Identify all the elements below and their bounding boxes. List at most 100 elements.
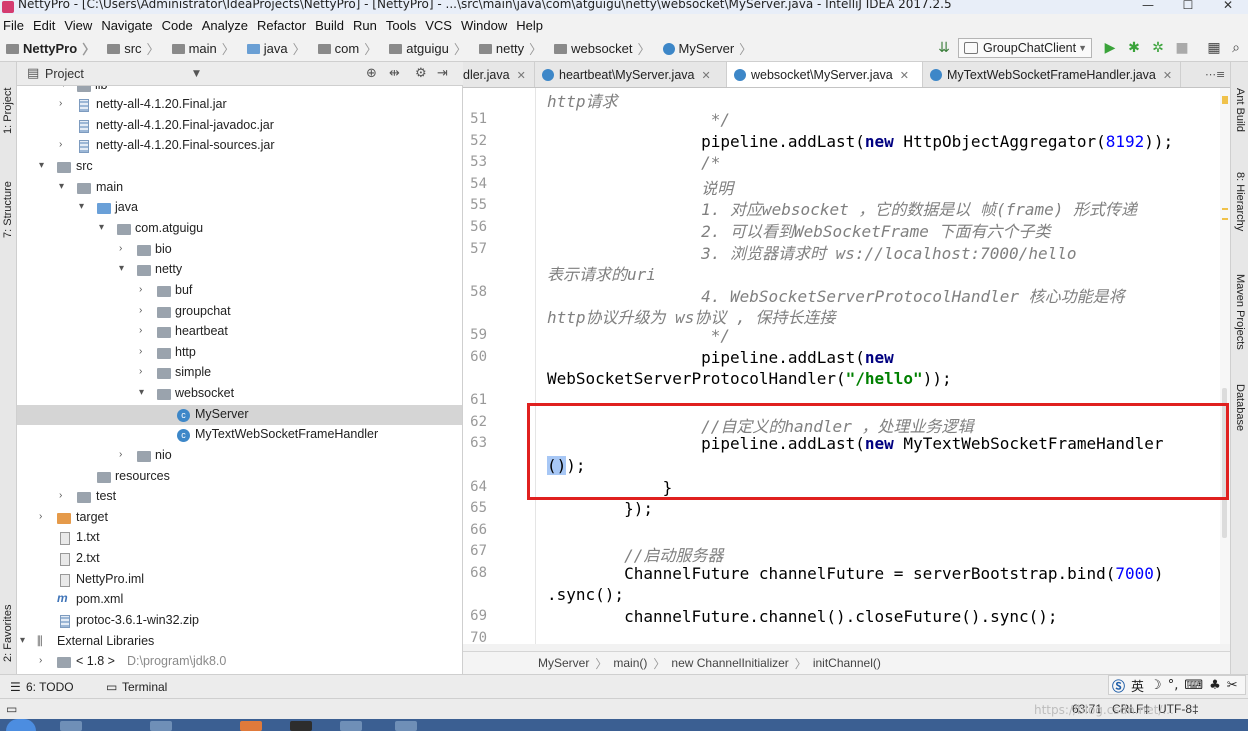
nav-crumb-atguigu[interactable]: atguigu 〉 xyxy=(383,39,467,58)
tree-item[interactable]: ▾ java xyxy=(17,198,462,218)
tree-item[interactable]: › bio xyxy=(17,240,462,260)
project-tool-tab[interactable]: 1: Project xyxy=(0,70,17,134)
gear-icon[interactable]: ⚙ xyxy=(415,66,427,81)
tree-item[interactable]: ▾ main xyxy=(17,178,462,198)
keyboard-icon[interactable]: ⌨ xyxy=(1184,678,1203,693)
nav-crumb-project[interactable]: NettyPro 〉 xyxy=(0,39,95,58)
tree-item[interactable]: › nio xyxy=(17,446,462,466)
maximize-button[interactable]: ☐ xyxy=(1174,0,1202,12)
tree-item[interactable]: ▾ src xyxy=(17,157,462,177)
menu-edit[interactable]: Edit xyxy=(30,18,59,33)
taskbar-app[interactable] xyxy=(290,721,312,731)
close-icon[interactable]: ✕ xyxy=(702,70,711,82)
menu-analyze[interactable]: Analyze xyxy=(199,18,252,33)
tab-heartbeat-myserver[interactable]: heartbeat\MyServer.java ✕ xyxy=(535,62,727,87)
tree-item[interactable]: m pom.xml xyxy=(17,590,462,610)
menu-code[interactable]: Code xyxy=(159,18,197,33)
tree-item[interactable]: › < 1.8 > D:\program\jdk8.0 xyxy=(17,652,462,672)
crumb-method-main[interactable]: main() xyxy=(613,656,647,670)
tree-item[interactable]: › target xyxy=(17,508,462,528)
run-configuration-select[interactable]: GroupChatClient ▼ xyxy=(958,38,1092,58)
run-icon[interactable]: ▶ xyxy=(1102,40,1118,56)
ime-language[interactable]: 英 xyxy=(1131,676,1144,695)
status-toggle-icon[interactable]: ▭ xyxy=(6,702,17,716)
tree-item[interactable]: › groupchat xyxy=(17,302,462,322)
menu-vcs[interactable]: VCS xyxy=(422,18,456,33)
tree-item[interactable]: › netty-all-4.1.20.Final.jar xyxy=(17,95,462,115)
tree-item[interactable]: 1.txt xyxy=(17,528,462,548)
tree-item[interactable]: ▾ netty xyxy=(17,260,462,280)
nav-crumb-main[interactable]: main 〉 xyxy=(166,39,235,58)
error-stripe-mark[interactable] xyxy=(1222,218,1228,220)
moon-icon[interactable]: ☽ xyxy=(1150,678,1162,693)
search-everywhere-icon[interactable]: ⌕ xyxy=(1228,40,1244,56)
taskbar-app[interactable] xyxy=(150,721,172,731)
nav-crumb-netty[interactable]: netty 〉 xyxy=(473,39,542,58)
tab-websocket-myserver[interactable]: websocket\MyServer.java ✕ xyxy=(727,62,923,87)
nav-crumb-myserver[interactable]: MyServer 〉 xyxy=(657,39,752,58)
close-icon[interactable]: ✕ xyxy=(900,70,909,82)
error-stripe-mark[interactable] xyxy=(1222,208,1228,210)
taskbar-app[interactable] xyxy=(395,721,417,731)
tree-item[interactable]: ▾ websocket xyxy=(17,384,462,404)
close-icon[interactable]: ✕ xyxy=(517,70,526,82)
menu-navigate[interactable]: Navigate xyxy=(98,18,156,33)
tree-item[interactable]: resources xyxy=(17,467,462,487)
nav-crumb-java[interactable]: java 〉 xyxy=(241,39,306,58)
tree-item[interactable]: protoc-3.6.1-win32.zip xyxy=(17,611,462,631)
build-icon[interactable]: ⇊ xyxy=(936,40,952,56)
taskbar-app[interactable] xyxy=(60,721,82,731)
tree-item[interactable]: NettyPro.iml xyxy=(17,570,462,590)
tab-list-icon[interactable]: ⋯≡ xyxy=(1205,68,1225,81)
tree-item[interactable]: › simple xyxy=(17,363,462,383)
tree-item[interactable]: › buf xyxy=(17,281,462,301)
stop-icon[interactable]: ■ xyxy=(1174,40,1190,56)
chevron-down-icon[interactable]: ▼ xyxy=(193,69,200,79)
start-button[interactable] xyxy=(6,719,36,731)
crumb-class[interactable]: MyServer xyxy=(538,656,589,670)
punctuation-icon[interactable]: °, xyxy=(1168,678,1179,693)
menu-build[interactable]: Build xyxy=(312,18,348,33)
taskbar-app[interactable] xyxy=(240,721,262,731)
code-editor[interactable]: http请求 */ pipeline.addLast(new HttpObjec… xyxy=(536,88,1230,644)
nav-crumb-websocket[interactable]: websocket 〉 xyxy=(548,39,651,58)
tree-item-selected[interactable]: c MyServer xyxy=(17,405,462,425)
tree-item[interactable]: netty-all-4.1.20.Final-javadoc.jar xyxy=(17,116,462,136)
tree-item[interactable]: c MyTextWebSocketFrameHandler xyxy=(17,425,462,445)
nav-crumb-com[interactable]: com 〉 xyxy=(312,39,377,58)
crumb-method-initchannel[interactable]: initChannel() xyxy=(813,656,881,670)
nav-crumb-src[interactable]: src 〉 xyxy=(101,39,160,58)
maven-projects-tool-tab[interactable]: Maven Projects xyxy=(1231,274,1248,364)
skin-icon[interactable]: ♣ xyxy=(1209,678,1221,693)
minimize-button[interactable]: — xyxy=(1134,0,1162,12)
project-panel-title[interactable]: Project xyxy=(45,67,84,81)
todo-tool-button[interactable]: 6: TODO xyxy=(26,680,74,694)
menu-window[interactable]: Window xyxy=(458,18,511,33)
tools-icon[interactable]: ✂ xyxy=(1227,678,1238,693)
coverage-icon[interactable]: ✲ xyxy=(1150,40,1166,56)
ant-build-tool-tab[interactable]: Ant Build xyxy=(1231,88,1248,148)
debug-icon[interactable]: ✱ xyxy=(1126,40,1142,56)
database-tool-tab[interactable]: Database xyxy=(1231,384,1248,444)
menu-refactor[interactable]: Refactor xyxy=(254,18,310,33)
tree-item[interactable]: › netty-all-4.1.20.Final-sources.jar xyxy=(17,136,462,156)
warning-marker[interactable] xyxy=(1222,96,1228,104)
taskbar-app[interactable] xyxy=(340,721,362,731)
menu-file[interactable]: File xyxy=(0,18,28,33)
tree-item[interactable]: ▾ ⫼ External Libraries xyxy=(17,632,462,652)
editor-scrollbar[interactable] xyxy=(1220,88,1230,644)
close-icon[interactable]: ✕ xyxy=(1163,70,1172,82)
collapse-all-icon[interactable]: ⇹ xyxy=(389,66,400,81)
tree-item[interactable]: › heartbeat xyxy=(17,322,462,342)
menu-run[interactable]: Run xyxy=(350,18,381,33)
hide-panel-icon[interactable]: ⇥ xyxy=(437,66,448,81)
close-window-button[interactable]: ✕ xyxy=(1214,0,1242,12)
favorites-tool-tab[interactable]: 2: Favorites xyxy=(0,582,17,662)
tree-item[interactable]: 2.txt xyxy=(17,549,462,569)
tab-handler[interactable]: dler.java ✕ xyxy=(463,62,535,87)
ime-toolbar[interactable]: Ⓢ 英 ☽ °, ⌨ ♣ ✂ xyxy=(1108,675,1246,695)
menu-tools[interactable]: Tools xyxy=(383,18,420,33)
crumb-anonymous-class[interactable]: new ChannelInitializer xyxy=(671,656,788,670)
sync-icon[interactable]: ⊕ xyxy=(366,66,377,81)
tree-item[interactable]: ▾ com.atguigu xyxy=(17,219,462,239)
